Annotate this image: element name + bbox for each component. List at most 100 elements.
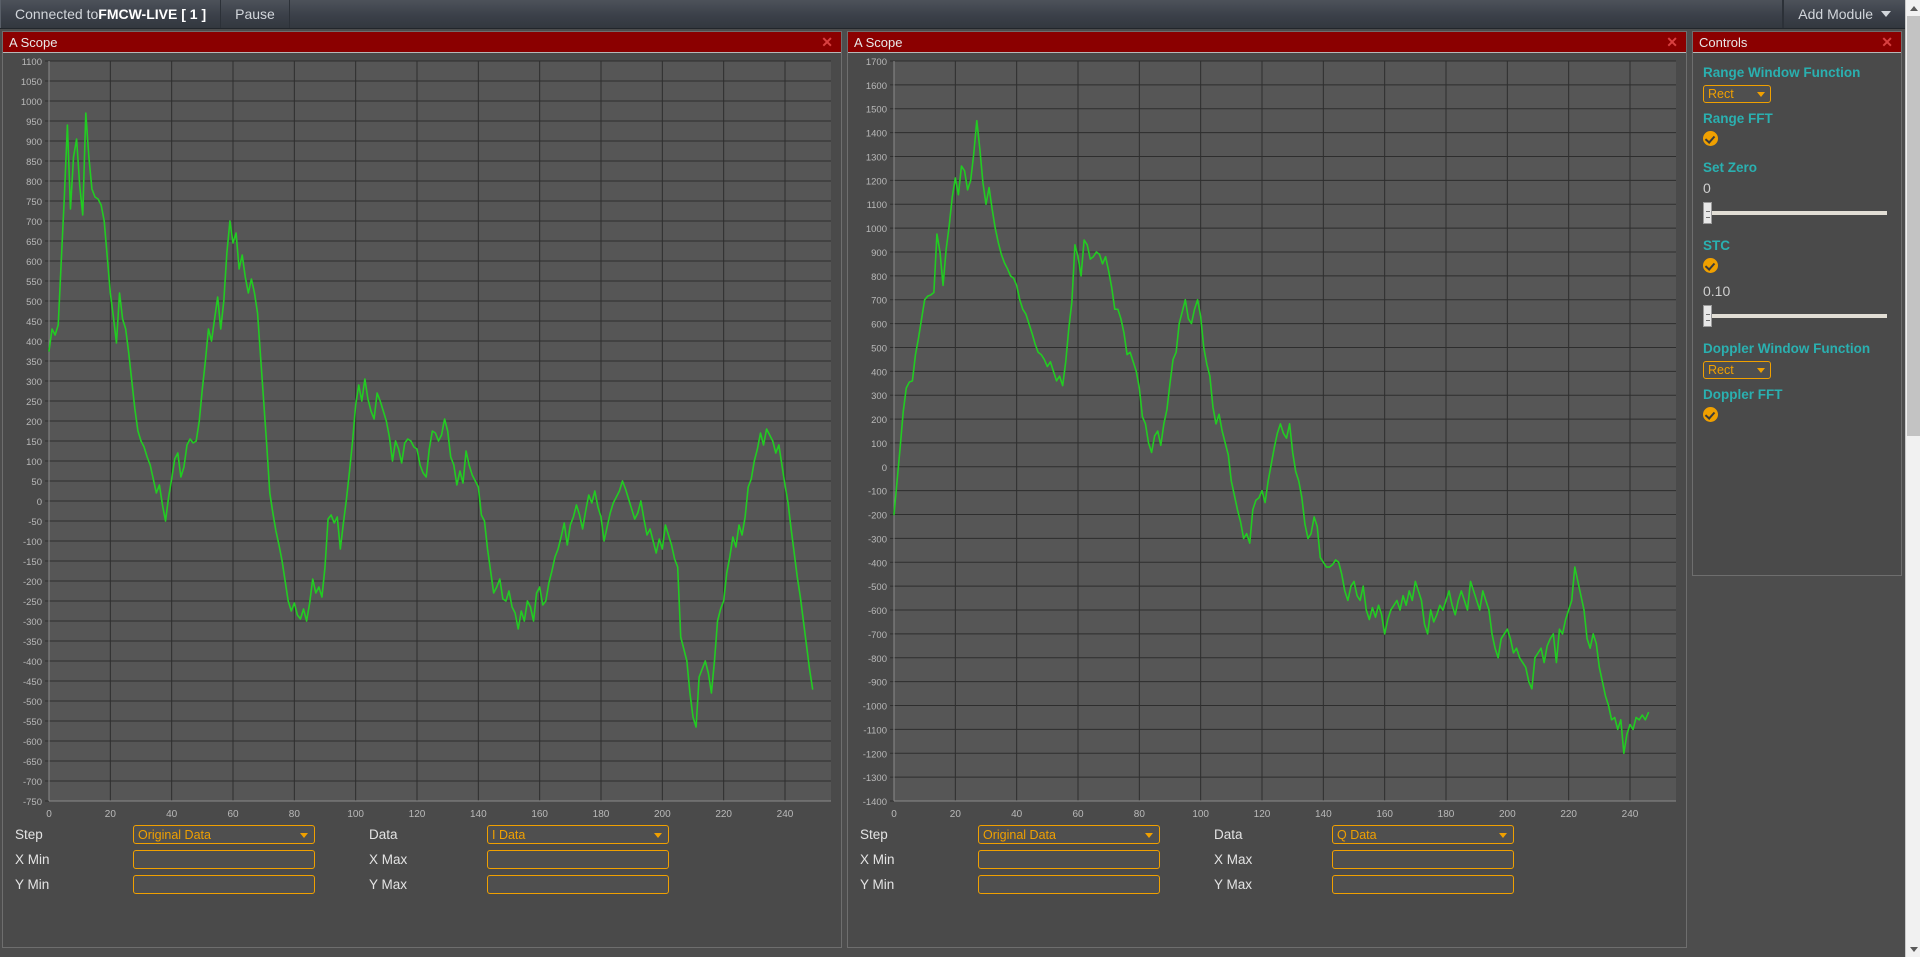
svg-text:50: 50	[31, 477, 42, 488]
scope-b-step-value: Original Data	[983, 827, 1056, 842]
connection-name-label: FMCW-LIVE [ 1 ]	[98, 6, 207, 22]
svg-text:100: 100	[871, 439, 887, 450]
scope-a-ymin-label: Y Min	[15, 877, 50, 892]
scope-b-title: A Scope	[854, 34, 903, 50]
svg-text:850: 850	[26, 157, 42, 168]
doppler-fft-label: Doppler FFT	[1703, 387, 1783, 402]
range-fft-label: Range FFT	[1703, 111, 1773, 126]
scope-a-data-label: Data	[369, 827, 398, 842]
svg-text:300: 300	[871, 391, 887, 402]
scope-b-form: Step Original Data Data Q Data X Min X M…	[848, 812, 1686, 947]
doppler-window-function-select[interactable]: Rect	[1703, 361, 1771, 379]
scope-a-ymax-input[interactable]	[487, 875, 669, 894]
set-zero-slider-thumb[interactable]	[1703, 202, 1712, 224]
svg-text:-100: -100	[23, 537, 42, 548]
set-zero-slider[interactable]	[1703, 202, 1891, 224]
svg-text:1200: 1200	[866, 176, 887, 187]
scope-b-ymin-input[interactable]	[978, 875, 1160, 894]
svg-text:650: 650	[26, 237, 42, 248]
add-module-button[interactable]: Add Module	[1783, 0, 1905, 28]
chevron-down-icon	[654, 832, 662, 838]
pause-button[interactable]: Pause	[221, 0, 290, 28]
top-bar-spacer	[290, 0, 1784, 28]
scope-a-title-bar[interactable]: A Scope ✕	[3, 32, 841, 53]
svg-text:1000: 1000	[866, 224, 887, 235]
scope-a-row-step: Step Original Data Data I Data	[15, 822, 829, 847]
scope-b-data-select[interactable]: Q Data	[1332, 825, 1514, 844]
scope-b-row-x: X Min X Max	[860, 847, 1674, 872]
close-icon[interactable]: ✕	[1879, 35, 1895, 49]
scope-a-ymax-label: Y Max	[369, 877, 408, 892]
svg-text:-250: -250	[23, 597, 42, 608]
svg-text:-150: -150	[23, 557, 42, 568]
svg-text:900: 900	[26, 137, 42, 148]
close-icon[interactable]: ✕	[819, 35, 835, 49]
chevron-down-icon	[1757, 368, 1765, 373]
scroll-up-arrow-icon[interactable]	[1906, 0, 1920, 16]
stc-slider-thumb[interactable]	[1703, 305, 1712, 327]
svg-text:500: 500	[26, 297, 42, 308]
scope-a-form: Step Original Data Data I Data X Min X M…	[3, 812, 841, 947]
chevron-down-icon	[1145, 832, 1153, 838]
svg-text:800: 800	[26, 177, 42, 188]
set-zero-label: Set Zero	[1703, 160, 1758, 175]
svg-text:-400: -400	[868, 558, 887, 569]
scope-b-title-bar[interactable]: A Scope ✕	[848, 32, 1686, 53]
scope-b-row-y: Y Min Y Max	[860, 872, 1674, 897]
scope-b-ymax-label: Y Max	[1214, 877, 1253, 892]
svg-text:-200: -200	[868, 511, 887, 522]
scope-b-ymax-input[interactable]	[1332, 875, 1514, 894]
chevron-down-icon	[1757, 92, 1765, 97]
scope-a-xmax-input[interactable]	[487, 850, 669, 869]
chevron-down-icon	[1881, 11, 1891, 17]
svg-text:-500: -500	[23, 697, 42, 708]
scope-b-xmax-input[interactable]	[1332, 850, 1514, 869]
svg-text:950: 950	[26, 117, 42, 128]
svg-text:0: 0	[882, 463, 887, 474]
page-vertical-scrollbar[interactable]	[1905, 0, 1920, 957]
svg-text:-800: -800	[868, 654, 887, 665]
stc-slider[interactable]	[1703, 305, 1891, 327]
svg-text:-550: -550	[23, 717, 42, 728]
connection-status-item[interactable]: Connected to FMCW-LIVE [ 1 ]	[0, 0, 222, 28]
chevron-down-icon	[1499, 832, 1507, 838]
scope-panel-a: A Scope ✕ 1100 1050 1000 950 900 850 800 750 700…	[2, 31, 842, 948]
svg-text:150: 150	[26, 437, 42, 448]
svg-text:-350: -350	[23, 637, 42, 648]
scope-a-data-select[interactable]: I Data	[487, 825, 669, 844]
stc-checkbox[interactable]	[1703, 258, 1718, 273]
svg-text:-200: -200	[23, 577, 42, 588]
svg-text:1100: 1100	[22, 57, 42, 68]
close-icon[interactable]: ✕	[1664, 35, 1680, 49]
range-window-function-select[interactable]: Rect	[1703, 85, 1771, 103]
range-fft-checkbox[interactable]	[1703, 131, 1718, 146]
scope-a-title: A Scope	[9, 34, 58, 50]
add-module-label: Add Module	[1798, 6, 1873, 22]
scope-b-plot-svg: 1700160015001400130012001100100090080070…	[863, 57, 1676, 820]
set-zero-value: 0	[1703, 180, 1711, 196]
svg-text:-300: -300	[868, 534, 887, 545]
connection-prefix-label: Connected to	[15, 6, 99, 22]
scope-b-xmin-label: X Min	[860, 852, 895, 867]
scope-a-xmin-input[interactable]	[133, 850, 315, 869]
scope-a-ymin-input[interactable]	[133, 875, 315, 894]
chevron-down-icon	[300, 832, 308, 838]
scroll-down-arrow-icon[interactable]	[1906, 941, 1920, 957]
scope-b-step-select[interactable]: Original Data	[978, 825, 1160, 844]
doppler-fft-checkbox[interactable]	[1703, 407, 1718, 422]
svg-text:550: 550	[26, 277, 42, 288]
svg-text:-1000: -1000	[863, 702, 887, 713]
scope-a-step-select[interactable]: Original Data	[133, 825, 315, 844]
svg-text:-600: -600	[868, 606, 887, 617]
svg-text:350: 350	[26, 357, 42, 368]
svg-text:1100: 1100	[867, 200, 887, 211]
set-zero-slider-track	[1705, 211, 1887, 215]
controls-title-bar[interactable]: Controls ✕	[1693, 32, 1901, 53]
scope-b-xmax-label: X Max	[1214, 852, 1253, 867]
svg-text:700: 700	[871, 296, 887, 307]
pause-label: Pause	[235, 6, 275, 22]
scope-b-xmin-input[interactable]	[978, 850, 1160, 869]
range-window-function-value: Rect	[1708, 87, 1734, 101]
svg-text:100: 100	[26, 457, 42, 468]
scrollbar-thumb[interactable]	[1907, 16, 1920, 436]
